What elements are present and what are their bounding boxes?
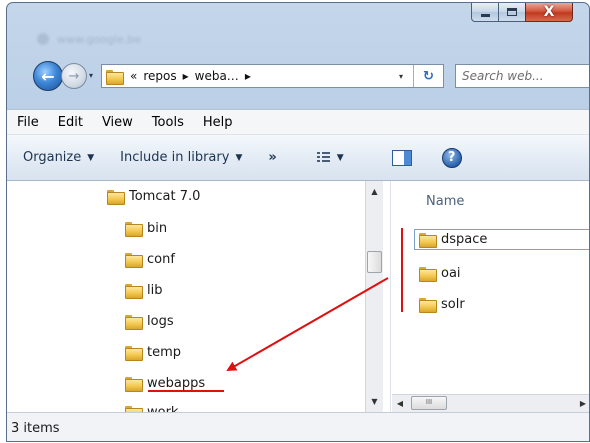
tree-item-label: webapps	[147, 376, 206, 391]
organize-label: Organize	[23, 150, 82, 165]
breadcrumb: « repos ▸ weba… ▸	[130, 69, 251, 83]
tree-item-temp[interactable]: temp	[125, 345, 182, 361]
tree-item-bin[interactable]: bin	[125, 221, 168, 237]
tree-item-label: conf	[147, 252, 175, 267]
maximize-button[interactable]	[498, 3, 526, 22]
more-commands-button[interactable]: »	[268, 150, 276, 165]
scroll-right-arrow[interactable]: ▶	[575, 395, 589, 412]
include-in-library-label: Include in library	[120, 150, 230, 165]
minimize-button[interactable]	[471, 3, 499, 22]
file-list-pane: Name dspace oai solr ◀ III ▶	[392, 181, 589, 412]
folder-icon	[125, 377, 143, 392]
file-item-oai[interactable]: oai	[419, 266, 461, 282]
include-in-library-button[interactable]: Include in library ▼	[120, 150, 242, 165]
pane-splitter[interactable]	[383, 181, 391, 412]
file-item-solr[interactable]: solr	[419, 297, 465, 313]
view-list-icon	[316, 151, 331, 164]
status-item-count: 3 items	[11, 420, 60, 436]
chevron-down-icon: ▼	[336, 152, 344, 163]
vertical-scrollbar[interactable]: ▲ ▼	[365, 181, 383, 412]
menu-bar: File Edit View Tools Help	[7, 109, 589, 135]
column-header-name[interactable]: Name	[392, 181, 589, 221]
back-button[interactable]: ←	[33, 61, 63, 91]
breadcrumb-separator-icon[interactable]: ▸	[183, 69, 189, 83]
chevron-down-icon: ▼	[235, 152, 243, 163]
background-browser-address: www.google.be	[37, 30, 397, 48]
change-view-button[interactable]: ▼	[316, 151, 344, 164]
folder-icon	[419, 267, 437, 282]
address-bar[interactable]: « repos ▸ weba… ▸ ▾ ↻	[101, 64, 444, 88]
close-button[interactable]: X	[525, 3, 573, 22]
navigation-pane: Tomcat 7.0 bin conf lib logs temp webapp…	[7, 181, 383, 412]
tree-item-webapps[interactable]: webapps	[125, 376, 206, 392]
menu-file[interactable]: File	[17, 115, 39, 130]
menu-view[interactable]: View	[102, 115, 133, 130]
breadcrumb-overflow[interactable]: «	[130, 69, 137, 83]
close-icon: X	[543, 4, 555, 20]
chevron-down-icon: ▼	[87, 152, 95, 163]
file-item-label: oai	[441, 266, 461, 281]
tree-item-label: Tomcat 7.0	[129, 189, 201, 204]
folder-icon	[106, 69, 124, 85]
navigation-bar: ← → ▾ « repos ▸ weba… ▸ ▾ ↻ Search web..…	[7, 61, 589, 93]
tree-item-work[interactable]: work	[125, 405, 178, 412]
scroll-thumb[interactable]: III	[411, 396, 447, 410]
content-area: Tomcat 7.0 bin conf lib logs temp webapp…	[7, 181, 589, 412]
folder-icon	[125, 253, 143, 268]
maximize-icon	[507, 8, 517, 16]
back-arrow-icon: ←	[41, 66, 55, 86]
explorer-window: www.google.be X ← → ▾ « repos ▸ weba… ▸ …	[6, 2, 590, 442]
scroll-up-arrow[interactable]: ▲	[366, 183, 383, 200]
column-header-label: Name	[426, 193, 465, 209]
folder-icon	[419, 298, 437, 313]
scroll-thumb[interactable]	[367, 251, 382, 273]
folder-icon	[107, 190, 125, 205]
horizontal-scrollbar[interactable]: ◀ III ▶	[392, 394, 589, 412]
scroll-down-arrow[interactable]: ▼	[366, 393, 383, 410]
tree-item-label: bin	[147, 221, 168, 236]
folder-icon	[125, 346, 143, 361]
help-icon[interactable]: ?	[441, 147, 462, 168]
menu-tools[interactable]: Tools	[152, 115, 184, 130]
tree-item-lib[interactable]: lib	[125, 283, 163, 299]
file-item-label: dspace	[441, 232, 488, 247]
minimize-icon	[480, 13, 490, 17]
tree-item-conf[interactable]: conf	[125, 252, 175, 268]
folder-icon	[419, 233, 437, 248]
folder-icon	[125, 315, 143, 330]
background-icon	[37, 33, 49, 45]
tree-item-label: temp	[147, 345, 182, 360]
command-bar: Organize ▼ Include in library ▼ » ▼ ?	[7, 135, 589, 181]
scroll-left-arrow[interactable]: ◀	[392, 395, 408, 412]
refresh-button[interactable]: ↻	[413, 65, 443, 87]
search-placeholder: Search web...	[462, 69, 544, 83]
tree-item-logs[interactable]: logs	[125, 314, 174, 330]
menu-edit[interactable]: Edit	[58, 115, 83, 130]
background-url-text: www.google.be	[57, 32, 141, 46]
breadcrumb-item-webapps[interactable]: weba…	[195, 69, 239, 83]
search-input[interactable]: Search web...	[455, 64, 589, 88]
preview-pane-icon[interactable]	[391, 149, 412, 166]
breadcrumb-separator-icon[interactable]: ▸	[245, 69, 251, 83]
caption-buttons: X	[471, 3, 573, 22]
recent-pages-dropdown[interactable]: ▾	[89, 71, 93, 80]
tree-item-label: lib	[147, 283, 163, 298]
file-item-dspace[interactable]: dspace	[414, 229, 589, 250]
tree-item-label: logs	[147, 314, 174, 329]
forward-button[interactable]: →	[61, 63, 87, 89]
status-bar: 3 items	[7, 412, 589, 441]
folder-icon	[125, 284, 143, 299]
tree-item-tomcat[interactable]: Tomcat 7.0	[107, 189, 201, 205]
tree-item-label: work	[147, 405, 178, 412]
breadcrumb-item-repos[interactable]: repos	[143, 69, 176, 83]
forward-arrow-icon: →	[68, 68, 80, 84]
organize-button[interactable]: Organize ▼	[23, 150, 94, 165]
folder-icon	[125, 222, 143, 237]
file-item-label: solr	[441, 297, 465, 312]
menu-help[interactable]: Help	[203, 115, 233, 130]
address-dropdown-icon[interactable]: ▾	[399, 72, 403, 81]
